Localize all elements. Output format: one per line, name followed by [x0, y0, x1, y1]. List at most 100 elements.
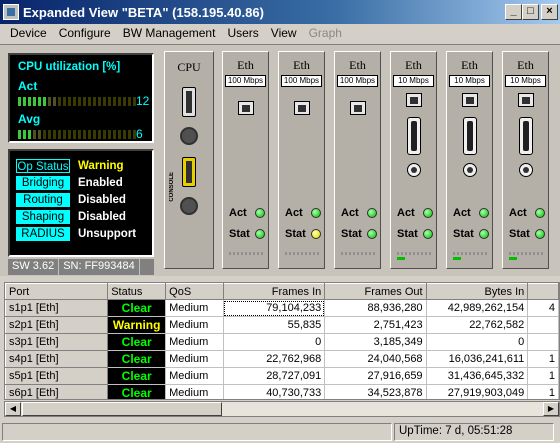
eth-port-card[interactable]: Eth 10 Mbps Act Stat: [390, 51, 437, 269]
cpu-card[interactable]: CPU CONSOLE: [164, 51, 214, 269]
menu-device[interactable]: Device: [4, 26, 53, 40]
port-cell[interactable]: s3p1 [Eth]: [5, 333, 109, 351]
frames-in-cell[interactable]: 55,835: [223, 316, 326, 334]
eth-port-card[interactable]: Eth 100 Mbps Act Stat: [222, 51, 269, 269]
frames-in-cell[interactable]: 28,727,091: [223, 367, 326, 385]
cpu-card-title: CPU: [177, 60, 201, 74]
op-status-button[interactable]: Op Status: [16, 159, 70, 173]
frames-out-cell[interactable]: 2,751,423: [324, 316, 427, 334]
frames-in-cell[interactable]: 79,104,233: [223, 299, 326, 317]
overflow-cell[interactable]: 4: [527, 299, 559, 317]
meter-segment: [18, 96, 21, 106]
horizontal-scrollbar[interactable]: ◀ ▶: [4, 401, 560, 417]
menu-bw-management[interactable]: BW Management: [117, 26, 222, 40]
col-port-header[interactable]: Port: [5, 283, 109, 300]
act-led-icon: [311, 208, 321, 218]
scroll-right-icon[interactable]: ▶: [543, 402, 559, 416]
bridging-button[interactable]: Bridging: [16, 176, 70, 190]
col-bytes-in-header[interactable]: Bytes In: [425, 283, 529, 300]
aui-port-icon: [518, 117, 533, 155]
meter-segment: [113, 96, 116, 106]
port-cell[interactable]: s5p1 [Eth]: [5, 367, 109, 385]
port-cell[interactable]: s1p1 [Eth]: [5, 299, 109, 317]
qos-cell[interactable]: Medium: [165, 367, 224, 385]
bytes-in-cell[interactable]: 42,989,262,154: [426, 299, 529, 317]
qos-cell[interactable]: Medium: [165, 333, 224, 351]
menu-users[interactable]: Users: [221, 26, 264, 40]
table-row[interactable]: s4p1 [Eth] Clear Medium 22,762,968 24,040,56…: [5, 350, 559, 368]
table-row[interactable]: s1p1 [Eth] Clear Medium 79,104,233 88,936,28…: [5, 299, 559, 317]
bytes-in-cell[interactable]: 16,036,241,611: [426, 350, 529, 368]
aui-port-icon: [462, 117, 477, 155]
meter-segment: [53, 96, 56, 106]
status-message: [2, 423, 392, 441]
qos-cell[interactable]: Medium: [165, 299, 224, 317]
menu-view[interactable]: View: [265, 26, 303, 40]
port-card-title: Eth: [237, 58, 254, 72]
frames-in-cell[interactable]: 22,762,968: [223, 350, 326, 368]
title-bar[interactable]: Expanded View "BETA" (158.195.40.86) _ □…: [0, 0, 560, 24]
col-frames-in-header[interactable]: Frames In: [222, 283, 326, 300]
frames-out-cell[interactable]: 27,916,659: [324, 367, 427, 385]
bytes-in-cell[interactable]: 0: [426, 333, 529, 351]
eth-port-card[interactable]: Eth 100 Mbps Act Stat: [278, 51, 325, 269]
routing-button[interactable]: Routing: [16, 193, 70, 207]
frames-out-cell[interactable]: 3,185,349: [324, 333, 427, 351]
overflow-cell[interactable]: 1: [527, 350, 559, 368]
menu-configure[interactable]: Configure: [53, 26, 117, 40]
qos-cell[interactable]: Medium: [165, 350, 224, 368]
act-led: Act: [453, 207, 489, 219]
shaping-button[interactable]: Shaping: [16, 210, 70, 224]
port-cell[interactable]: s4p1 [Eth]: [5, 350, 109, 368]
frames-out-cell[interactable]: 88,936,280: [324, 299, 427, 317]
port-card-title: Eth: [405, 58, 422, 72]
meter-segment: [63, 96, 66, 106]
app-icon[interactable]: [3, 4, 19, 20]
meter-segment: [58, 129, 61, 139]
status-cell[interactable]: Clear: [107, 367, 167, 385]
qos-cell[interactable]: Medium: [165, 316, 224, 334]
col-qos-header[interactable]: QoS: [165, 283, 224, 300]
port-cell[interactable]: s6p1 [Eth]: [5, 384, 109, 399]
table-row[interactable]: s6p1 [Eth] Clear Medium 40,730,733 34,523,87…: [5, 384, 559, 399]
table-row[interactable]: s2p1 [Eth] Warning Medium 55,835 2,751,423 22…: [5, 316, 559, 334]
scroll-left-icon[interactable]: ◀: [5, 402, 21, 416]
table-row[interactable]: s5p1 [Eth] Clear Medium 28,727,091 27,916,65…: [5, 367, 559, 385]
bytes-in-cell[interactable]: 27,919,903,049: [426, 384, 529, 399]
eth-port-card[interactable]: Eth 10 Mbps Act Stat: [502, 51, 549, 269]
bytes-in-cell[interactable]: 22,762,582: [426, 316, 529, 334]
frames-in-cell[interactable]: 0: [223, 333, 326, 351]
overflow-cell[interactable]: 1: [527, 384, 559, 399]
meter-segment: [28, 129, 31, 139]
frames-in-cell[interactable]: 40,730,733: [223, 384, 326, 399]
frames-out-cell[interactable]: 34,523,878: [324, 384, 427, 399]
status-cell[interactable]: Clear: [107, 299, 167, 317]
minimize-button[interactable]: _: [505, 4, 522, 20]
close-button[interactable]: ×: [541, 4, 558, 20]
bytes-in-cell[interactable]: 31,436,645,332: [426, 367, 529, 385]
eth-port-card[interactable]: Eth 100 Mbps Act Stat: [334, 51, 381, 269]
frames-out-cell[interactable]: 24,040,568: [324, 350, 427, 368]
status-cell[interactable]: Clear: [107, 350, 167, 368]
table-row[interactable]: s3p1 [Eth] Clear Medium 0 3,185,349 0: [5, 333, 559, 351]
maximize-button[interactable]: □: [522, 4, 539, 20]
scrollbar-thumb[interactable]: [22, 402, 222, 416]
overflow-cell[interactable]: 1: [527, 367, 559, 385]
eth-port-card[interactable]: Eth 10 Mbps Act Stat: [446, 51, 493, 269]
port-statistics-table[interactable]: Port Status QoS Frames In Frames Out Byt…: [4, 282, 560, 400]
meter-segment: [123, 96, 126, 106]
status-cell[interactable]: Clear: [107, 384, 167, 399]
status-cell[interactable]: Warning: [107, 316, 167, 334]
col-more-header[interactable]: [527, 283, 559, 300]
meter-segment: [103, 129, 106, 139]
meter-segment: [83, 129, 86, 139]
qos-cell[interactable]: Medium: [165, 384, 224, 399]
rj45-port-icon: [349, 101, 366, 115]
overflow-cell[interactable]: [527, 316, 559, 334]
col-status-header[interactable]: Status: [107, 283, 167, 300]
port-cell[interactable]: s2p1 [Eth]: [5, 316, 109, 334]
overflow-cell[interactable]: [527, 333, 559, 351]
radius-button[interactable]: RADIUS: [16, 227, 70, 241]
status-cell[interactable]: Clear: [107, 333, 167, 351]
col-frames-out-header[interactable]: Frames Out: [324, 283, 427, 300]
